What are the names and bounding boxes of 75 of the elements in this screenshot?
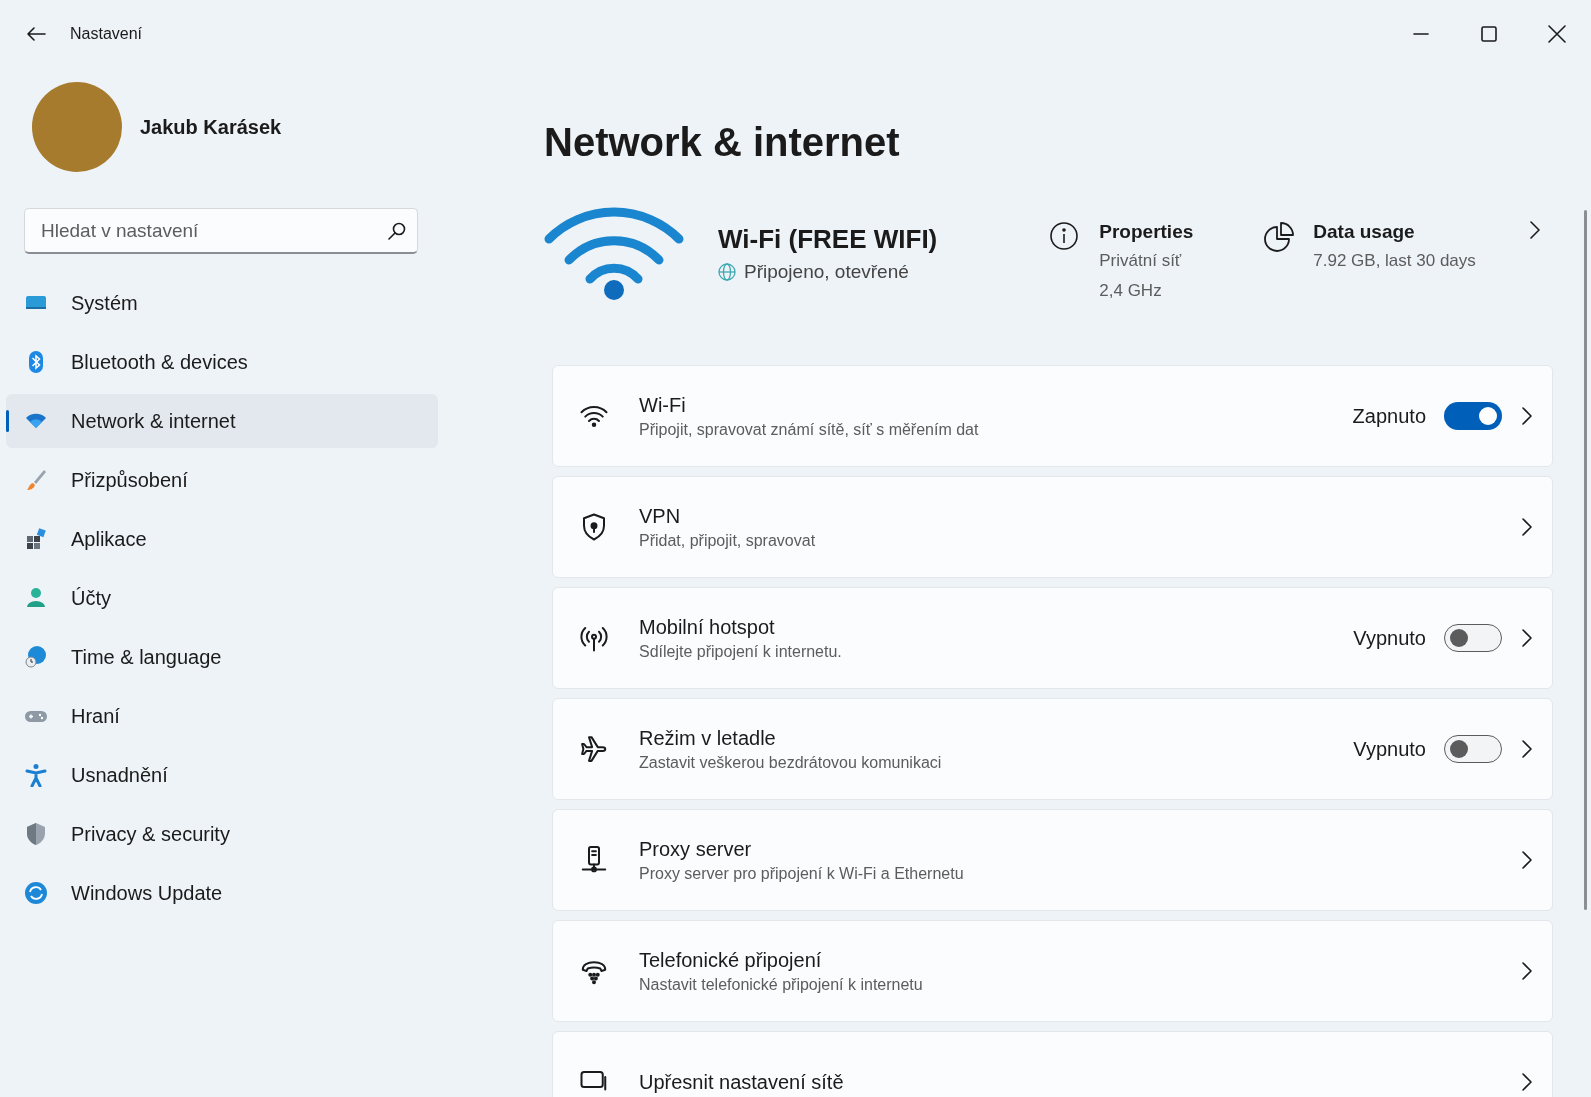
sidebar-item[interactable]: Přizpůsobení <box>6 453 438 507</box>
property-value: 2,4 GHz <box>1099 280 1163 302</box>
sidebar-item[interactable]: Windows Update <box>6 866 438 920</box>
globe-icon <box>718 262 736 281</box>
server-icon <box>579 845 609 875</box>
sidebar-item[interactable]: Usnadnění <box>6 748 438 802</box>
setting-description: Proxy server pro připojení k Wi-Fi a Ethernetu <box>639 864 965 883</box>
property-value: Privátní síť <box>1099 250 1183 272</box>
toggle-state-label: Vypnuto <box>1353 626 1426 650</box>
scrollbar[interactable] <box>1584 210 1587 910</box>
setting-description: Nastavit telefonické připojení k internetu <box>639 975 924 994</box>
chevron-right-icon <box>1529 221 1540 239</box>
chevron-right-icon <box>1522 851 1532 869</box>
properties-link[interactable]: Properties Privátní síť 2,4 GHz <box>1049 221 1194 303</box>
setting-card[interactable]: Proxy server Proxy server pro připojení k Wi-Fi a Ethernetu <box>552 809 1553 911</box>
properties-title: Properties <box>1099 221 1194 243</box>
search-icon <box>388 222 406 240</box>
sidebar-item[interactable]: Network & internet <box>6 394 438 448</box>
sidebar-item[interactable]: Privacy & security <box>6 807 438 861</box>
setting-description: Zastavit veškerou bezdrátovou komunikaci <box>639 753 943 772</box>
toggle-switch[interactable] <box>1444 735 1502 763</box>
setting-card[interactable]: Telefonické připojení Nastavit telefonické připojení k internetu <box>552 920 1553 1022</box>
setting-title: Mobilní hotspot <box>639 615 776 639</box>
sidebar-item[interactable]: Bluetooth & devices <box>6 335 438 389</box>
setting-card[interactable]: Mobilní hotspot Sdílejte připojení k internetu. Vypnuto <box>552 587 1553 689</box>
setting-title: Upřesnit nastavení sítě <box>639 1070 845 1094</box>
search-field[interactable]: Hledat v nastavení <box>24 208 418 254</box>
setting-card[interactable]: Wi-Fi Připojit, spravovat známí sítě, síť s měřením dat Zapnuto <box>552 365 1553 467</box>
chevron-right-icon <box>1522 407 1532 425</box>
sidebar-item[interactable]: Systém <box>6 276 438 330</box>
chevron-right-icon <box>1522 740 1532 758</box>
globe-clock-icon <box>24 645 48 669</box>
close-icon <box>1548 25 1566 43</box>
setting-description: Sdílejte připojení k internetu. <box>639 642 843 661</box>
refresh-icon <box>24 881 48 905</box>
setting-title: VPN <box>639 504 682 528</box>
chevron-right-icon <box>1522 1073 1532 1091</box>
apps-icon <box>24 527 48 551</box>
setting-description: Přidat, připojit, spravovat <box>639 531 817 550</box>
page-title: Network & internet <box>544 120 901 165</box>
sidebar-item[interactable]: Aplikace <box>6 512 438 566</box>
setting-card[interactable]: Režim v letadle Zastavit veškerou bezdrátovou komunikaci Vypnuto <box>552 698 1553 800</box>
pie-chart-icon <box>1263 221 1296 253</box>
toggle-state-label: Vypnuto <box>1353 737 1426 761</box>
maximize-icon <box>1481 26 1497 42</box>
toggle-switch[interactable] <box>1444 402 1502 430</box>
data-usage-link[interactable]: Data usage 7.92 GB, last 30 days <box>1263 221 1540 273</box>
shield-icon <box>24 822 48 846</box>
info-icon <box>1049 221 1080 251</box>
setting-card[interactable]: VPN Přidat, připojit, spravovat <box>552 476 1553 578</box>
accessibility-icon <box>24 763 48 787</box>
sidebar-item[interactable]: Účty <box>6 571 438 625</box>
setting-title: Wi-Fi <box>639 393 687 417</box>
network-name: Wi-Fi (FREE WIFI) <box>718 223 938 255</box>
setting-description: Připojit, spravovat známí sítě, síť s měřením dat <box>639 420 980 439</box>
data-usage-detail: 7.92 GB, last 30 days <box>1313 250 1476 272</box>
sidebar-item[interactable]: Time & language <box>6 630 438 684</box>
setting-title: Proxy server <box>639 837 753 861</box>
chevron-right-icon <box>1522 962 1532 980</box>
setting-title: Režim v letadle <box>639 726 777 750</box>
user-name: Jakub Karásek <box>140 115 282 139</box>
setting-card[interactable]: Upřesnit nastavení sítě <box>552 1031 1553 1097</box>
airplane-icon <box>579 734 609 764</box>
data-usage-title: Data usage <box>1313 221 1416 243</box>
chevron-right-icon <box>1522 518 1532 536</box>
sidebar-item[interactable]: Hraní <box>6 689 438 743</box>
paintbrush-icon <box>24 468 48 492</box>
setting-title: Telefonické připojení <box>639 948 823 972</box>
minimize-icon <box>1413 33 1429 35</box>
chevron-right-icon <box>1522 629 1532 647</box>
toggle-switch[interactable] <box>1444 624 1502 652</box>
window-title: Nastavení <box>70 25 144 43</box>
connection-status: Připojeno, otevřené <box>744 260 909 283</box>
toggle-state-label: Zapnuto <box>1352 404 1426 428</box>
person-icon <box>24 586 48 610</box>
